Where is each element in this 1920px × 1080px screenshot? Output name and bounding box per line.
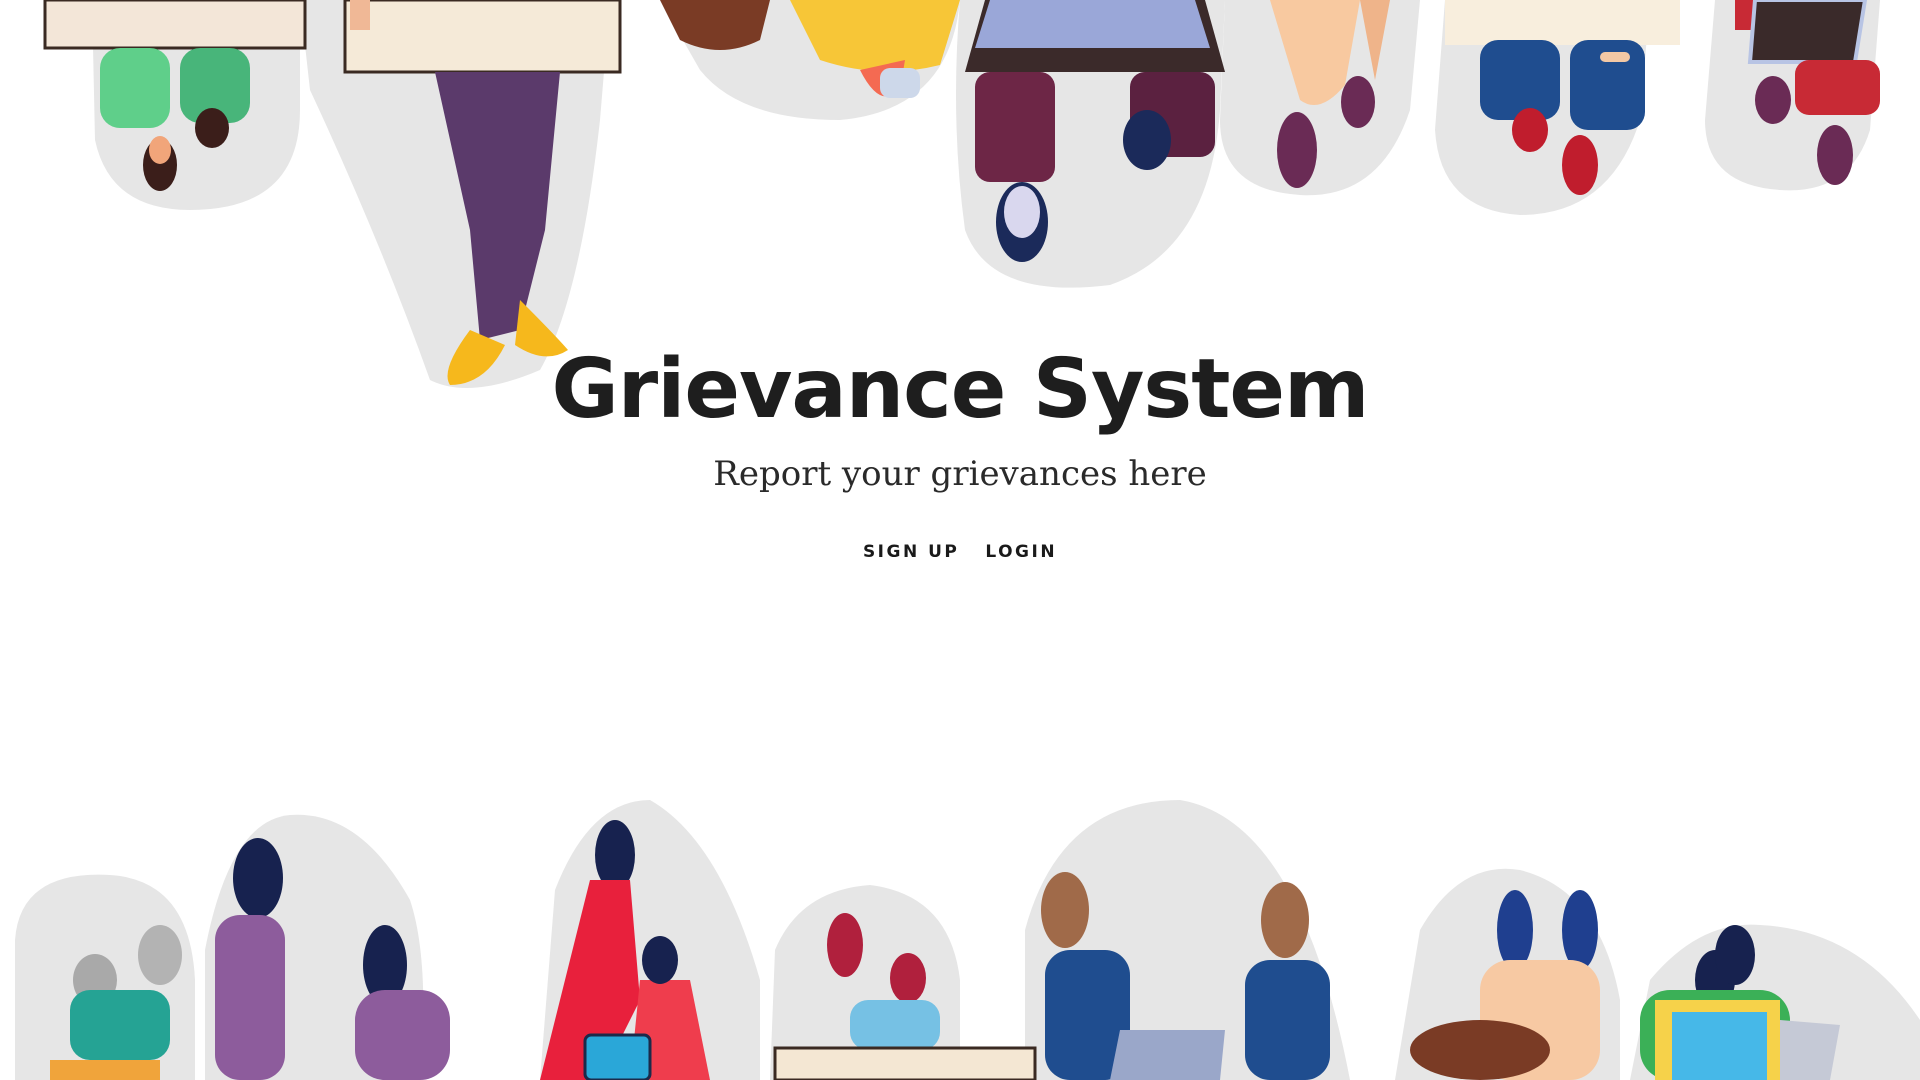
hero-section: Grievance System Report your grievances … <box>0 340 1920 566</box>
login-link[interactable]: LOGIN <box>985 538 1057 566</box>
person-reader-jeans <box>1445 0 1680 195</box>
page-title: Grievance System <box>551 342 1370 437</box>
bottom-person-reader-light <box>773 913 1037 1080</box>
person-reader-purple <box>343 0 622 385</box>
bottom-person-laptop <box>1041 872 1330 1080</box>
bottom-person-purple <box>215 838 450 1080</box>
bottom-people-illustration <box>15 800 1920 1080</box>
person-walker-beige <box>1270 0 1390 188</box>
bottom-person-bag <box>1410 890 1600 1080</box>
bottom-person-red <box>540 820 710 1080</box>
signup-link[interactable]: SIGN UP <box>863 538 959 566</box>
auth-nav: SIGN UP LOGIN <box>0 538 1920 566</box>
page-subtitle: Report your grievances here <box>713 454 1207 494</box>
person-reader-green <box>43 0 307 191</box>
person-tablet-user <box>1735 0 1880 185</box>
person-bag-carrier <box>660 0 960 98</box>
bottom-person-green <box>1640 925 1840 1080</box>
person-laptop-user <box>965 0 1225 262</box>
bottom-person-teal <box>50 925 182 1080</box>
